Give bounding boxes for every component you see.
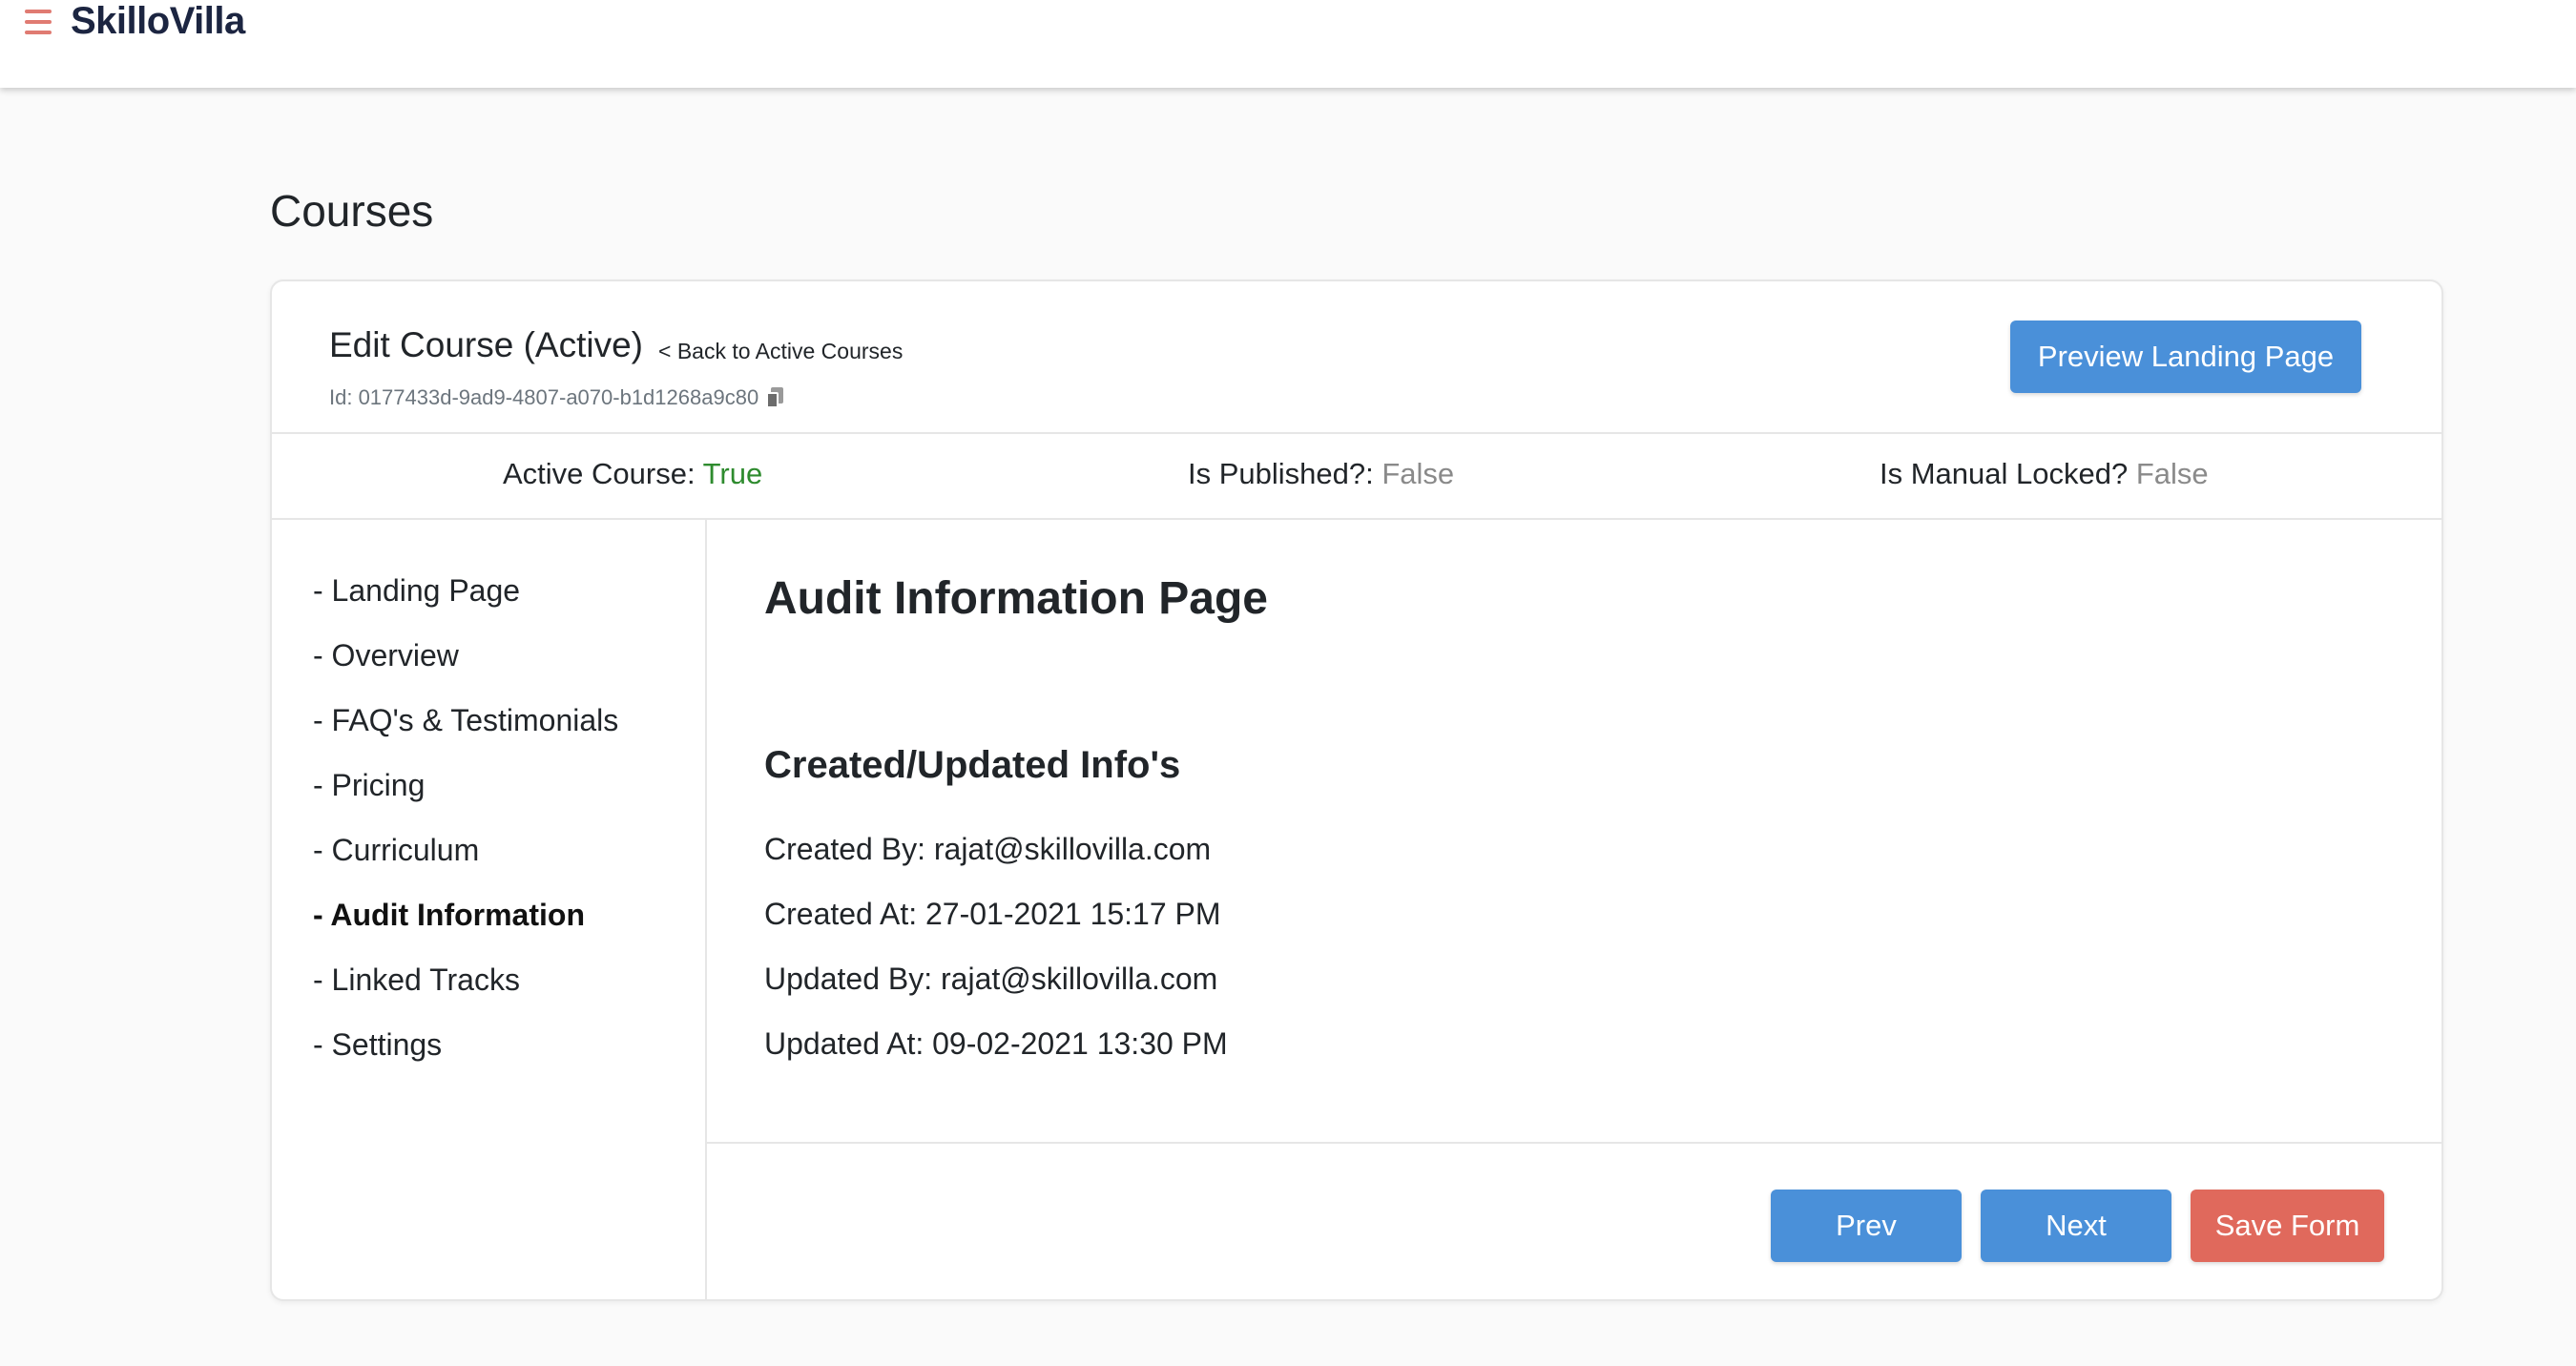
sidebar-item-landing-page[interactable]: - Landing Page: [313, 573, 520, 609]
manual-locked-label: Is Manual Locked?: [1880, 457, 2129, 490]
updated-by-info: Updated By: rajat@skillovilla.com: [764, 962, 1218, 996]
course-id: Id: 0177433d-9ad9-4807-a070-b1d1268a9c80: [329, 385, 784, 410]
created-by-info: Created By: rajat@skillovilla.com: [764, 832, 1212, 866]
course-edit-card: Edit Course (Active) < Back to Active Co…: [270, 279, 2443, 1301]
sidebar-item-overview[interactable]: - Overview: [313, 638, 459, 673]
published-label: Is Published?:: [1188, 457, 1374, 490]
sidebar-item-pricing[interactable]: - Pricing: [313, 768, 425, 803]
page-title: Courses: [270, 186, 434, 236]
course-sections-sidebar: - Landing Page - Overview - FAQ's & Test…: [272, 520, 707, 1301]
active-course-value: True: [702, 457, 763, 490]
prev-button[interactable]: Prev: [1771, 1190, 1962, 1262]
sidebar-item-faqs-testimonials[interactable]: - FAQ's & Testimonials: [313, 703, 618, 738]
created-updated-section-title: Created/Updated Info's: [764, 744, 1181, 786]
published-status: Is Published?: False: [1188, 457, 1454, 491]
status-row: Active Course: True Is Published?: False…: [272, 434, 2441, 520]
sidebar-item-audit-information[interactable]: - Audit Information: [313, 898, 585, 933]
manual-locked-status: Is Manual Locked? False: [1880, 457, 2209, 491]
form-footer: [707, 1142, 2443, 1301]
copy-icon[interactable]: [766, 387, 784, 408]
course-id-text: Id: 0177433d-9ad9-4807-a070-b1d1268a9c80: [329, 385, 759, 409]
sidebar-item-curriculum[interactable]: - Curriculum: [313, 833, 479, 868]
save-form-button[interactable]: Save Form: [2191, 1190, 2384, 1262]
published-value: False: [1381, 457, 1455, 490]
hamburger-menu-icon[interactable]: [25, 10, 52, 34]
preview-landing-page-button[interactable]: Preview Landing Page: [2010, 321, 2361, 393]
audit-information-content: Audit Information Page Created/Updated I…: [707, 520, 2443, 1301]
back-to-active-courses-link[interactable]: < Back to Active Courses: [658, 339, 903, 364]
manual-locked-value: False: [2135, 457, 2209, 490]
updated-at-info: Updated At: 09-02-2021 13:30 PM: [764, 1026, 1228, 1061]
active-course-label: Active Course:: [503, 457, 696, 490]
next-button[interactable]: Next: [1981, 1190, 2171, 1262]
sidebar-item-settings[interactable]: - Settings: [313, 1027, 442, 1063]
content-title: Audit Information Page: [764, 573, 1268, 624]
card-header: Edit Course (Active) < Back to Active Co…: [272, 281, 2441, 434]
brand-logo[interactable]: SkilloVilla: [71, 0, 245, 43]
top-navbar: SkilloVilla: [0, 0, 2576, 88]
edit-course-title: Edit Course (Active): [329, 325, 643, 364]
active-course-status: Active Course: True: [503, 457, 762, 491]
created-at-info: Created At: 27-01-2021 15:17 PM: [764, 897, 1221, 931]
sidebar-item-linked-tracks[interactable]: - Linked Tracks: [313, 962, 520, 998]
